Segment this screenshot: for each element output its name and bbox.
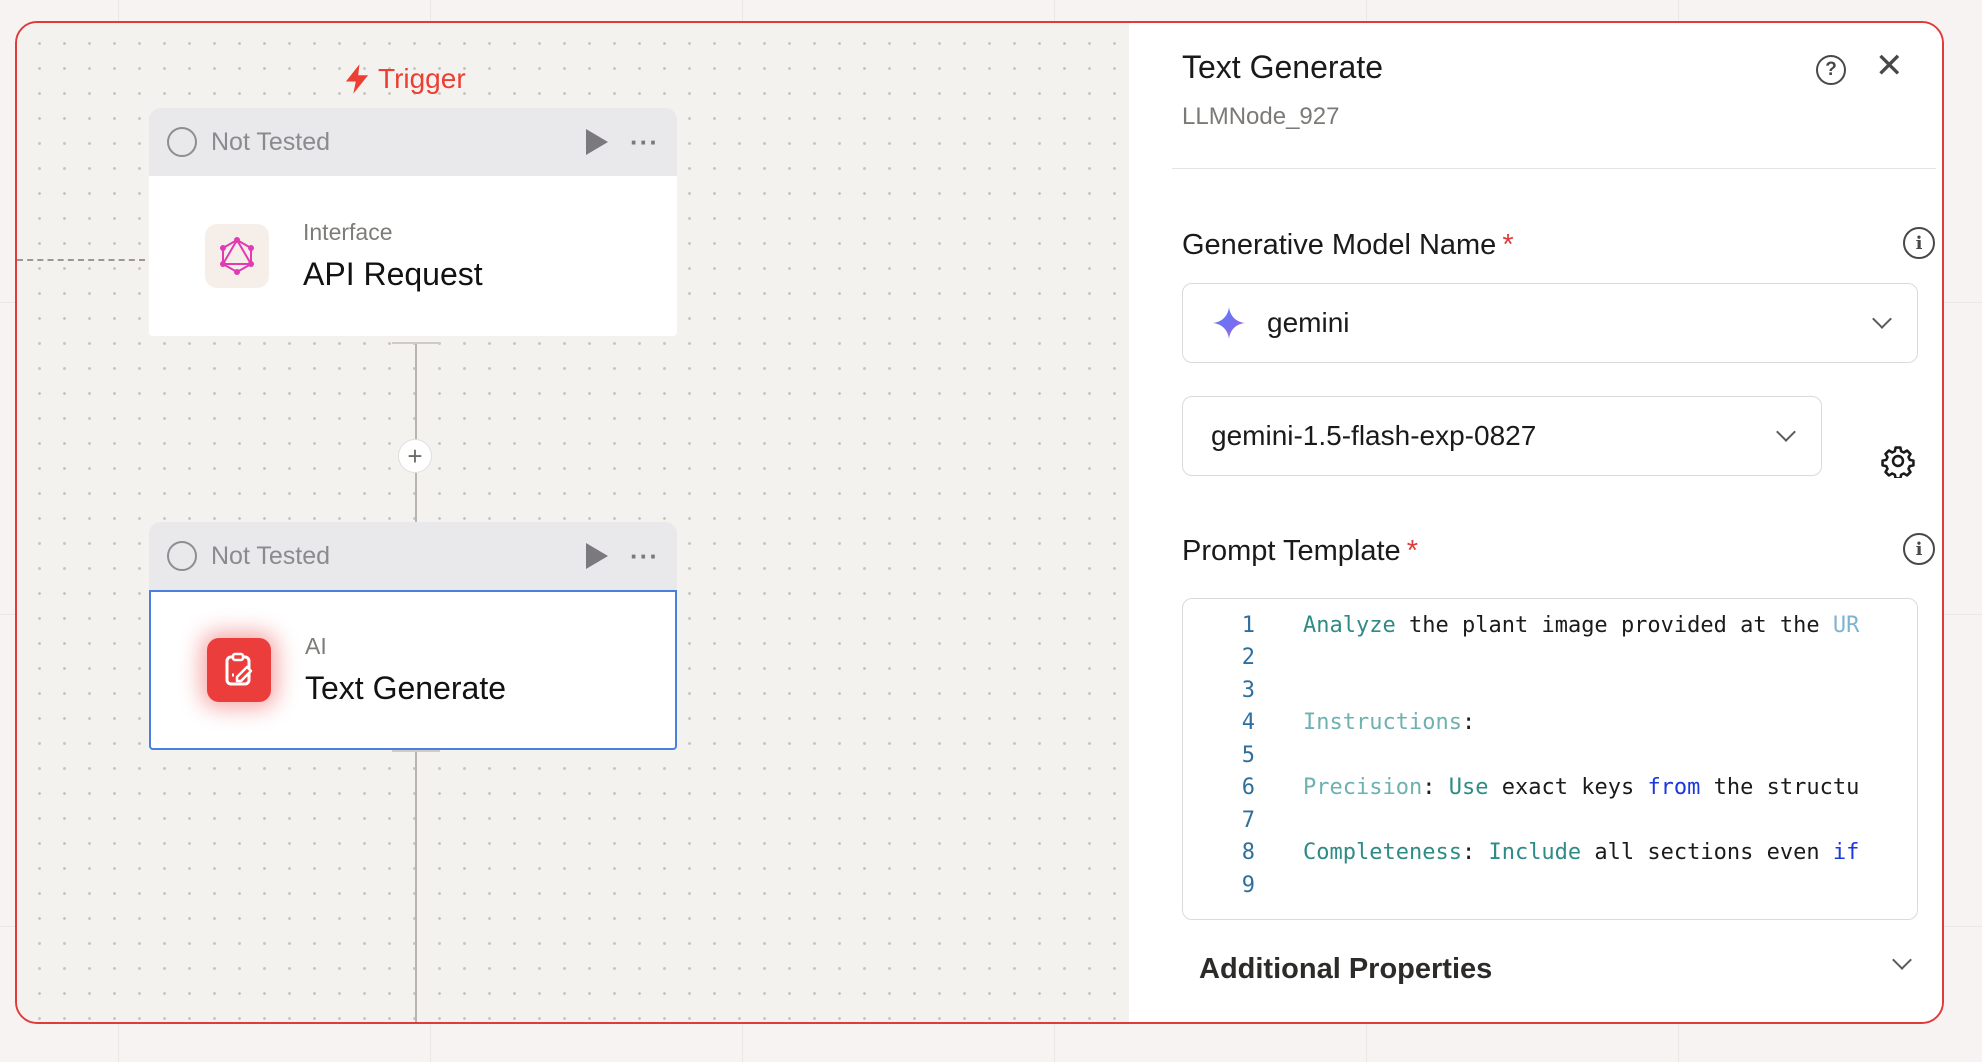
gemini-sparkle-icon bbox=[1213, 307, 1245, 339]
panel-node-id: LLMNode_927 bbox=[1182, 103, 1340, 130]
workflow-canvas[interactable]: Trigger Not Tested ··· Interface API Req… bbox=[17, 23, 1129, 1022]
trigger-label-text: Trigger bbox=[378, 63, 466, 94]
node-header: Not Tested ··· bbox=[149, 108, 677, 176]
line-number: 1 bbox=[1241, 612, 1255, 638]
node-name: API Request bbox=[303, 256, 483, 292]
graphql-icon bbox=[205, 224, 269, 288]
workflow-editor-frame: Trigger Not Tested ··· Interface API Req… bbox=[15, 21, 1944, 1024]
more-options-icon[interactable]: ··· bbox=[630, 541, 659, 572]
node-kind: Interface bbox=[303, 219, 393, 245]
line-number: 6 bbox=[1241, 774, 1255, 800]
line-number: 3 bbox=[1241, 677, 1255, 703]
code-line: 6 Precision: Use exact keys from the str… bbox=[1183, 771, 1860, 803]
gear-icon[interactable] bbox=[1881, 444, 1915, 478]
line-number: 4 bbox=[1241, 709, 1255, 735]
model-select[interactable]: gemini-1.5-flash-exp-0827 bbox=[1182, 396, 1822, 476]
code-text: Precision: Use exact keys from the struc… bbox=[1303, 774, 1860, 800]
status-circle-icon bbox=[167, 127, 197, 157]
line-number: 5 bbox=[1241, 742, 1255, 768]
chevron-down-icon bbox=[1776, 422, 1796, 442]
status-circle-icon bbox=[167, 541, 197, 571]
info-icon[interactable]: i bbox=[1903, 227, 1935, 259]
lightning-icon bbox=[345, 64, 369, 94]
code-line: 2 bbox=[1183, 641, 1303, 673]
more-options-icon[interactable]: ··· bbox=[630, 127, 659, 158]
node-status: Not Tested bbox=[211, 541, 331, 570]
code-line: 7 bbox=[1183, 804, 1303, 836]
help-icon[interactable]: ? bbox=[1816, 55, 1846, 85]
node-body[interactable]: AI Text Generate bbox=[149, 590, 677, 750]
code-text: Completeness: Include all sections even … bbox=[1303, 839, 1860, 865]
code-text: Instructions: bbox=[1303, 709, 1476, 735]
code-line: 8 Completeness: Include all sections eve… bbox=[1183, 836, 1860, 868]
line-number: 9 bbox=[1241, 872, 1255, 898]
panel-title: Text Generate bbox=[1182, 49, 1383, 85]
code-text: Analyze the plant image provided at the … bbox=[1303, 612, 1860, 638]
add-step-button[interactable]: + bbox=[398, 439, 432, 473]
prompt-template-label: Prompt Template * bbox=[1182, 535, 1418, 568]
chevron-down-icon[interactable] bbox=[1892, 950, 1912, 970]
clipboard-edit-icon bbox=[207, 638, 271, 702]
additional-properties-toggle[interactable]: Additional Properties bbox=[1199, 953, 1492, 986]
node-body[interactable]: Interface API Request bbox=[149, 176, 677, 336]
code-line: 9 bbox=[1183, 869, 1303, 901]
prompt-template-editor[interactable]: 1 Analyze the plant image provided at th… bbox=[1182, 598, 1918, 920]
close-icon[interactable]: ✕ bbox=[1875, 49, 1904, 83]
line-number: 8 bbox=[1241, 839, 1255, 865]
line-number: 7 bbox=[1241, 807, 1255, 833]
play-icon[interactable] bbox=[586, 129, 609, 155]
code-line: 1 Analyze the plant image provided at th… bbox=[1183, 609, 1860, 641]
code-line: 3 bbox=[1183, 674, 1303, 706]
provider-select[interactable]: gemini bbox=[1182, 283, 1918, 363]
node-status: Not Tested bbox=[211, 127, 331, 156]
required-mark: * bbox=[1502, 229, 1514, 261]
node-kind: AI bbox=[305, 633, 327, 659]
line-number: 2 bbox=[1241, 644, 1255, 670]
model-name-label: Generative Model Name * bbox=[1182, 229, 1514, 262]
trigger-label: Trigger bbox=[342, 63, 466, 95]
connector-line bbox=[415, 344, 417, 439]
model-select-value: gemini-1.5-flash-exp-0827 bbox=[1211, 420, 1537, 451]
code-line: 4 Instructions: bbox=[1183, 706, 1475, 738]
required-mark: * bbox=[1406, 535, 1418, 567]
provider-select-value: gemini bbox=[1267, 307, 1350, 338]
node-settings-panel: Text Generate LLMNode_927 ? ✕ Generative… bbox=[1129, 23, 1942, 1022]
workflow-node-text-generate[interactable]: Not Tested ··· AI Text Generate bbox=[149, 522, 677, 750]
node-name: Text Generate bbox=[305, 670, 506, 706]
prompt-template-label-text: Prompt Template bbox=[1182, 535, 1401, 567]
model-name-label-text: Generative Model Name bbox=[1182, 229, 1497, 261]
info-icon[interactable]: i bbox=[1903, 533, 1935, 565]
play-icon[interactable] bbox=[586, 543, 609, 569]
node-header: Not Tested ··· bbox=[149, 522, 677, 590]
workflow-node-api-request[interactable]: Not Tested ··· Interface API Request bbox=[149, 108, 677, 336]
connector-line bbox=[415, 473, 417, 522]
connector-line bbox=[415, 752, 417, 1022]
chevron-down-icon bbox=[1872, 309, 1892, 329]
code-line: 5 bbox=[1183, 739, 1303, 771]
incoming-connector bbox=[17, 259, 145, 261]
panel-divider bbox=[1172, 168, 1936, 169]
